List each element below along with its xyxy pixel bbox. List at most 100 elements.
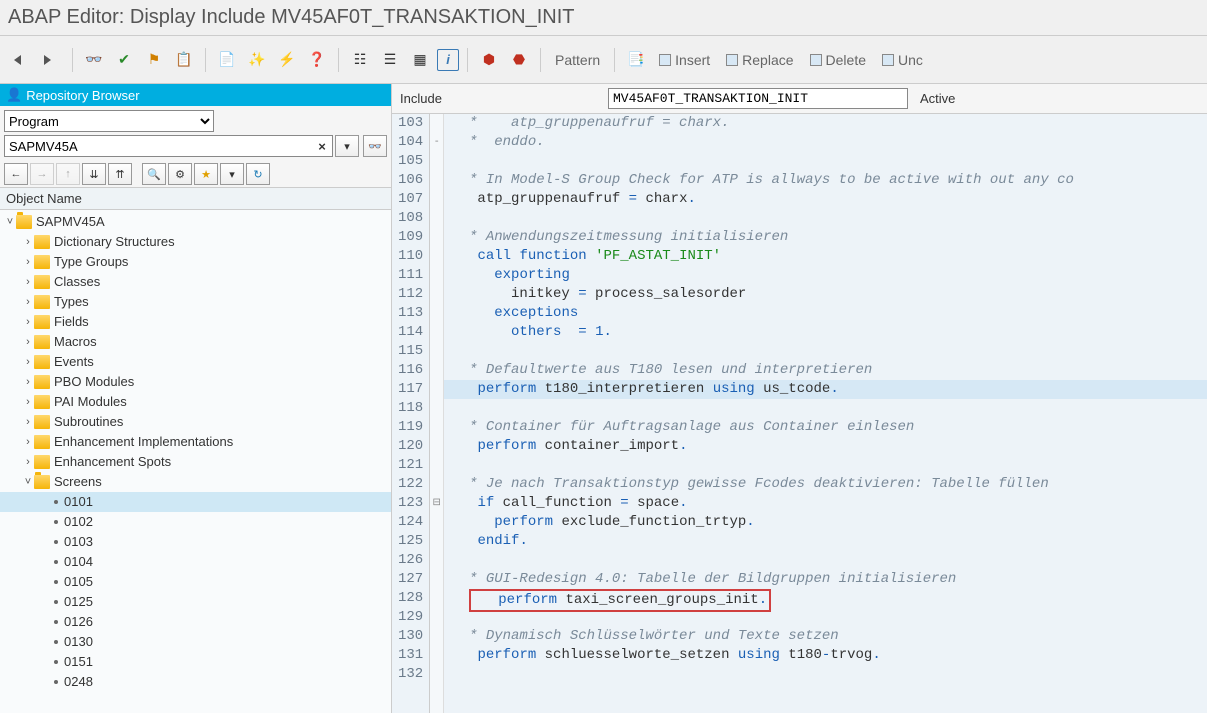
tree-leaf[interactable]: 0130 — [0, 632, 391, 652]
program-input[interactable] — [4, 135, 333, 157]
code-line[interactable]: * Dynamisch Schlüsselwörter und Texte se… — [444, 627, 1207, 646]
find-icon[interactable]: 🔍 — [142, 163, 166, 185]
expand-icon[interactable]: › — [22, 273, 34, 291]
code-line[interactable]: * Je nach Transaktionstyp gewisse Fcodes… — [444, 475, 1207, 494]
code-line[interactable]: * In Model-S Group Check for ATP is allw… — [444, 171, 1207, 190]
help-icon[interactable]: ❓ — [304, 47, 330, 73]
tree-folder[interactable]: ›Enhancement Spots — [0, 452, 391, 472]
insert-button[interactable]: Insert — [653, 50, 716, 70]
toggle-view-icon[interactable]: ▦ — [407, 47, 433, 73]
code-line[interactable]: endif. — [444, 532, 1207, 551]
refresh-icon[interactable]: ↻ — [246, 163, 270, 185]
code-line[interactable]: perform container_import. — [444, 437, 1207, 456]
tree-leaf[interactable]: 0126 — [0, 612, 391, 632]
code-line[interactable]: * Container für Auftragsanlage aus Conta… — [444, 418, 1207, 437]
nav-back-icon[interactable]: ← — [4, 163, 28, 185]
code-line[interactable] — [444, 209, 1207, 228]
code-line[interactable]: call function 'PF_ASTAT_INIT' — [444, 247, 1207, 266]
tree-folder[interactable]: ›Enhancement Implementations — [0, 432, 391, 452]
tree-folder[interactable]: ›Events — [0, 352, 391, 372]
tree-folder[interactable]: ›Dictionary Structures — [0, 232, 391, 252]
code-line[interactable]: * enddo. — [444, 133, 1207, 152]
code-line[interactable] — [444, 551, 1207, 570]
fold-column[interactable]: -⊟ — [430, 114, 444, 713]
tree-leaf[interactable]: 0104 — [0, 552, 391, 572]
tree-leaf[interactable]: 0151 — [0, 652, 391, 672]
code-body[interactable]: * atp_gruppenaufruf = charx. * enddo. * … — [444, 114, 1207, 713]
code-editor[interactable]: 1031041051061071081091101111121131141151… — [392, 114, 1207, 713]
code-line[interactable]: * Anwendungszeitmessung initialisieren — [444, 228, 1207, 247]
expand-icon[interactable]: › — [22, 413, 34, 431]
code-line[interactable]: exceptions — [444, 304, 1207, 323]
object-type-select[interactable]: Program — [4, 110, 214, 132]
code-line[interactable]: perform taxi_screen_groups_init. — [444, 589, 1207, 608]
pretty-printer-icon[interactable]: ⚡ — [274, 47, 300, 73]
object-tree[interactable]: ˅SAPMV45A›Dictionary Structures›Type Gro… — [0, 210, 391, 713]
clear-input-icon[interactable]: × — [313, 139, 331, 154]
forward-icon[interactable] — [38, 47, 64, 73]
breakpoint-icon[interactable]: ⬢ — [476, 47, 502, 73]
tree-leaf[interactable]: 0105 — [0, 572, 391, 592]
expand-icon[interactable]: ˅ — [22, 473, 34, 491]
tree-settings-icon[interactable]: ⚙ — [168, 163, 192, 185]
back-icon[interactable] — [8, 47, 34, 73]
code-line[interactable] — [444, 399, 1207, 418]
info-icon[interactable]: i — [437, 49, 459, 71]
tree-folder[interactable]: ›Types — [0, 292, 391, 312]
tree-leaf[interactable]: 0125 — [0, 592, 391, 612]
code-line[interactable]: atp_gruppenaufruf = charx. — [444, 190, 1207, 209]
code-line[interactable]: perform exclude_function_trtyp. — [444, 513, 1207, 532]
code-line[interactable]: * Defaultwerte aus T180 lesen und interp… — [444, 361, 1207, 380]
where-used-icon[interactable]: 📋 — [171, 47, 197, 73]
favorite-icon[interactable]: ★ — [194, 163, 218, 185]
expand-icon[interactable]: › — [22, 353, 34, 371]
check-icon[interactable]: ⚑ — [141, 47, 167, 73]
tree-leaf[interactable]: 0248 — [0, 672, 391, 692]
dropdown-history-icon[interactable]: ▾ — [335, 135, 359, 157]
copy-icon[interactable]: 📑 — [623, 47, 649, 73]
tree-folder[interactable]: ˅SAPMV45A — [0, 212, 391, 232]
tree-folder[interactable]: ›Subroutines — [0, 412, 391, 432]
pattern-button[interactable]: Pattern — [549, 50, 606, 70]
tree-leaf[interactable]: 0101 — [0, 492, 391, 512]
code-line[interactable]: * GUI-Redesign 4.0: Tabelle der Bildgrup… — [444, 570, 1207, 589]
tree-folder[interactable]: ›Macros — [0, 332, 391, 352]
include-name-field[interactable] — [608, 88, 908, 109]
structure-icon[interactable]: ☷ — [347, 47, 373, 73]
tree-folder[interactable]: ›Type Groups — [0, 252, 391, 272]
expand-icon[interactable]: › — [22, 333, 34, 351]
code-line[interactable] — [444, 665, 1207, 684]
expand-icon[interactable]: › — [22, 313, 34, 331]
code-line[interactable] — [444, 342, 1207, 361]
enhance-icon[interactable]: ✨ — [244, 47, 270, 73]
expand-icon[interactable]: › — [22, 233, 34, 251]
breakpoint-ext-icon[interactable]: ⬣ — [506, 47, 532, 73]
expand-icon[interactable]: › — [22, 433, 34, 451]
expand-icon[interactable]: › — [22, 393, 34, 411]
activate-icon[interactable]: ✔ — [111, 47, 137, 73]
tree-leaf[interactable]: 0102 — [0, 512, 391, 532]
code-line[interactable] — [444, 152, 1207, 171]
expand-icon[interactable]: ˅ — [4, 213, 16, 231]
code-line[interactable]: exporting — [444, 266, 1207, 285]
other-object-icon[interactable]: 📄 — [214, 47, 240, 73]
code-line[interactable]: others = 1. — [444, 323, 1207, 342]
tree-leaf[interactable]: 0103 — [0, 532, 391, 552]
code-line[interactable]: if call_function = space. — [444, 494, 1207, 513]
code-line[interactable]: * atp_gruppenaufruf = charx. — [444, 114, 1207, 133]
code-line[interactable]: perform schluesselworte_setzen using t18… — [444, 646, 1207, 665]
expand-icon[interactable]: › — [22, 293, 34, 311]
fav-dropdown-icon[interactable]: ▾ — [220, 163, 244, 185]
display-object-icon[interactable]: 👓 — [81, 47, 107, 73]
code-line[interactable]: initkey = process_salesorder — [444, 285, 1207, 304]
tree-folder[interactable]: ›PBO Modules — [0, 372, 391, 392]
nav-up-icon[interactable]: ↑ — [56, 163, 80, 185]
collapse-all-icon[interactable]: ⇊ — [82, 163, 106, 185]
code-line[interactable] — [444, 456, 1207, 475]
expand-icon[interactable]: › — [22, 253, 34, 271]
delete-button[interactable]: Delete — [804, 50, 872, 70]
tree-folder[interactable]: ›Classes — [0, 272, 391, 292]
tree-folder[interactable]: ›Fields — [0, 312, 391, 332]
expand-all-icon[interactable]: ⇈ — [108, 163, 132, 185]
nav-fwd-icon[interactable]: → — [30, 163, 54, 185]
